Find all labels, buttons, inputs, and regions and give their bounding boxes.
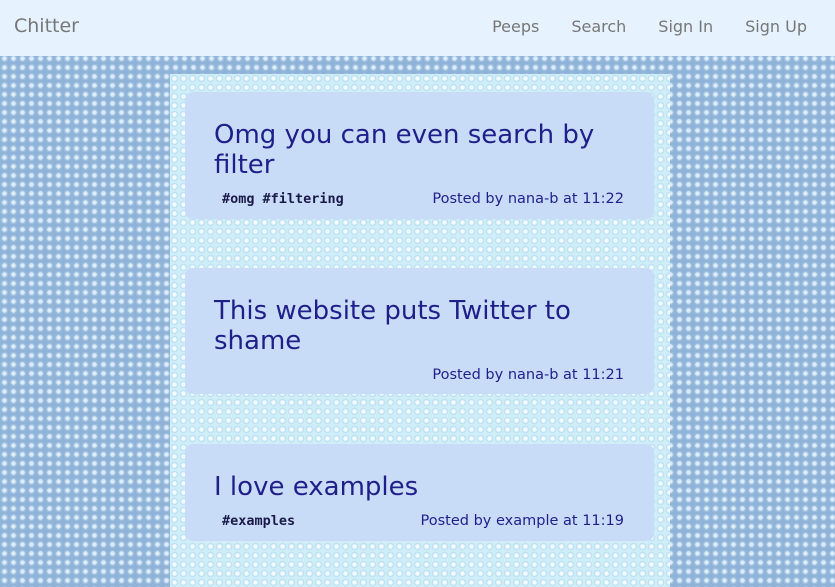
peep-meta: Posted by nana-b at 11:22 <box>432 191 624 207</box>
brand-link[interactable]: Chitter <box>14 15 79 37</box>
hashtag[interactable]: #filtering <box>263 191 344 207</box>
navbar: Chitter Peeps Search Sign In Sign Up <box>0 0 835 56</box>
peep-meta: Posted by example at 11:19 <box>421 513 624 529</box>
peep-author: example <box>495 513 559 529</box>
at-label: at <box>563 513 578 529</box>
nav-link-peeps[interactable]: Peeps <box>492 17 539 36</box>
hashtag[interactable]: #omg <box>222 191 255 207</box>
posted-by-label: Posted by <box>420 513 492 529</box>
peep-text: Omg you can even search by filter <box>214 120 595 180</box>
hashtag[interactable]: #examples <box>222 513 295 529</box>
peep-card: This website puts Twitter to shame Poste… <box>185 268 654 394</box>
nav-links: Peeps Search Sign In Sign Up <box>460 17 807 36</box>
peep-tags: #examples <box>222 513 303 529</box>
peep-time: 11:19 <box>582 513 624 529</box>
peep-author: nana-b <box>507 367 559 383</box>
peep-text: I love examples <box>214 472 419 502</box>
at-label: at <box>563 367 578 383</box>
peep-card: Omg you can even search by filter #omg #f… <box>185 92 654 219</box>
peep-tags: #omg #filtering <box>222 191 352 207</box>
posted-by-label: Posted by <box>432 367 504 383</box>
peep-card: I love examples #examples Posted by exam… <box>185 444 654 541</box>
posted-by-label: Posted by <box>432 191 504 207</box>
peep-author: nana-b <box>507 191 559 207</box>
peep-text: This website puts Twitter to shame <box>214 296 571 356</box>
peep-time: 11:22 <box>582 191 624 207</box>
peep-meta: Posted by nana-b at 11:21 <box>432 367 624 383</box>
nav-link-sign-up[interactable]: Sign Up <box>745 17 807 36</box>
nav-link-search[interactable]: Search <box>571 17 626 36</box>
nav-link-sign-in[interactable]: Sign In <box>658 17 713 36</box>
at-label: at <box>563 191 578 207</box>
peep-time: 11:21 <box>582 367 624 383</box>
